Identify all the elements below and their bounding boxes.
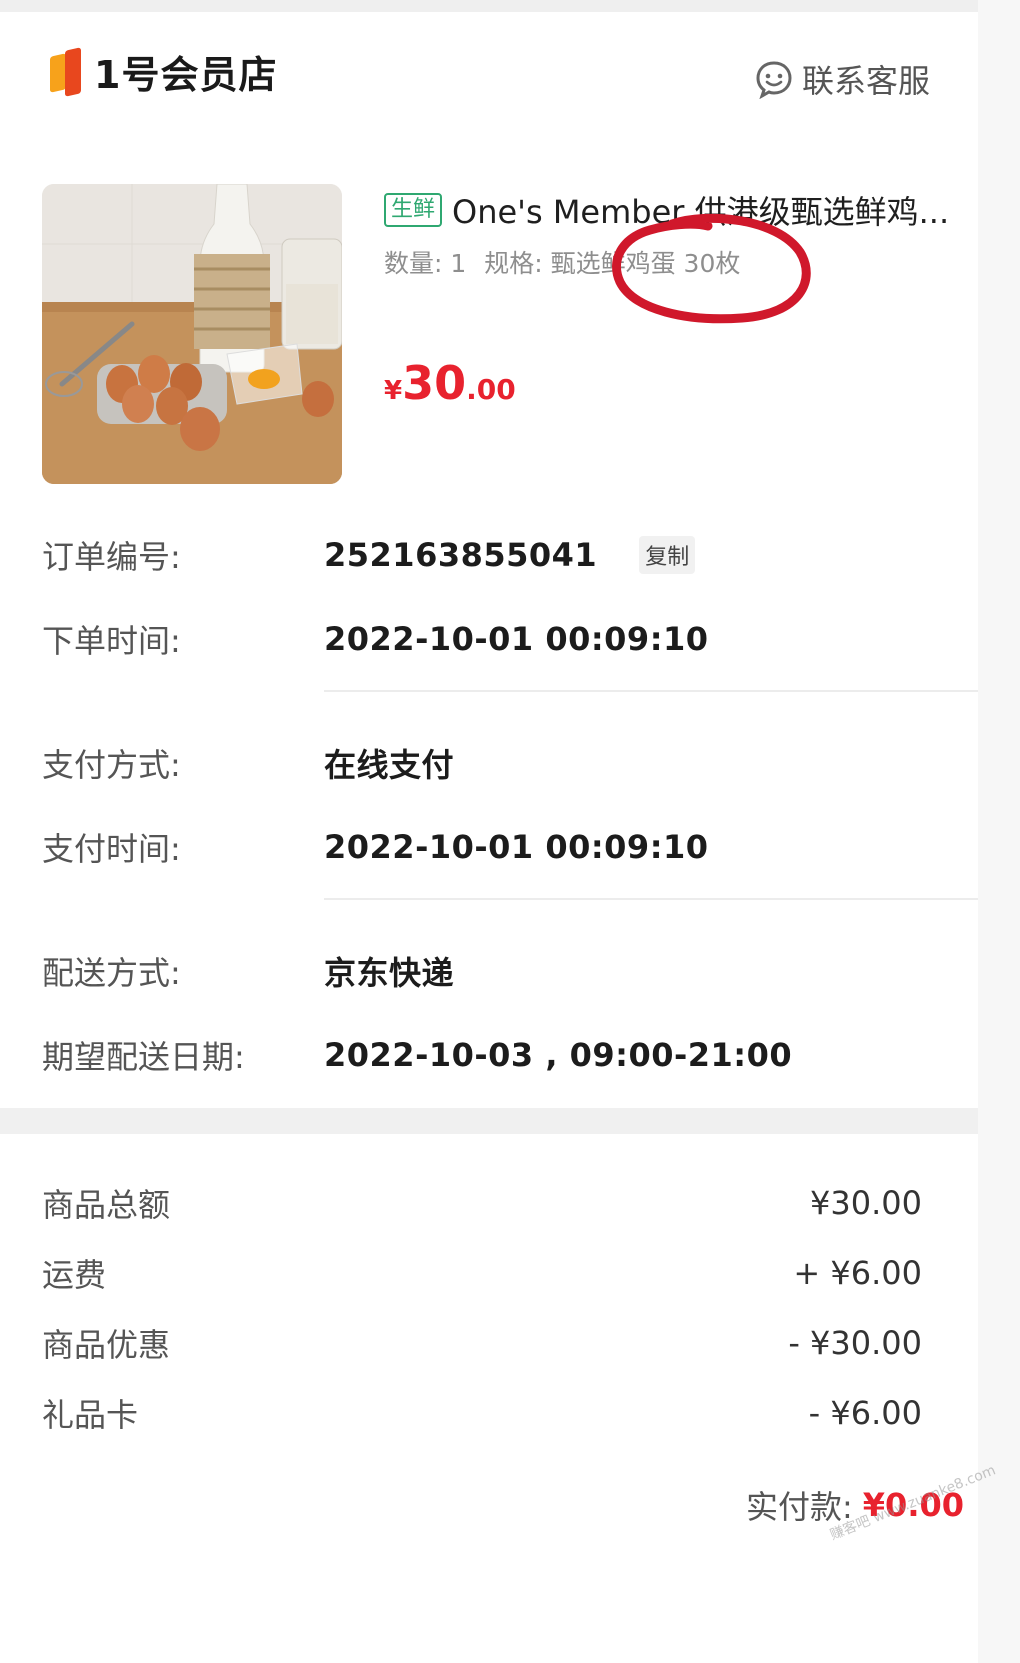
price-integer: 30 — [402, 356, 467, 410]
divider — [324, 898, 978, 900]
summary-row-gift-card: 礼品卡 - ¥6.00 — [42, 1388, 922, 1438]
delivery-method-label: 配送方式: — [42, 954, 181, 992]
amount-paid-value: ¥0.00 — [862, 1486, 964, 1524]
amount-paid-label: 实付款: — [745, 1488, 853, 1526]
price-decimal: .00 — [466, 373, 516, 406]
order-number-value: 252163855041 — [324, 536, 598, 574]
product-image[interactable] — [42, 184, 342, 484]
logo-text: 1号会员店 — [94, 53, 278, 97]
section-separator — [0, 1108, 978, 1134]
summary-value: ¥30.00 — [810, 1184, 922, 1222]
summary-value: - ¥30.00 — [788, 1324, 922, 1362]
summary-label: 商品总额 — [42, 1186, 171, 1224]
order-number-row: 订单编号: 252163855041 复制 — [42, 530, 978, 580]
store-logo[interactable]: 1号会员店 — [48, 44, 277, 99]
logo-mark-icon — [48, 46, 86, 97]
contact-service-button[interactable]: 联系客服 — [754, 56, 930, 102]
summary-label: 礼品卡 — [42, 1396, 139, 1434]
product-spec: 规格: 甄选鲜鸡蛋 30枚 — [484, 249, 741, 278]
summary-row-shipping: 运费 + ¥6.00 — [42, 1248, 922, 1298]
product-title-row[interactable]: 生鲜 One's Member 供港级甄选鲜鸡... — [384, 184, 978, 236]
copy-button[interactable]: 复制 — [639, 536, 696, 574]
contact-service-label: 联系客服 — [801, 62, 930, 100]
top-strip — [0, 0, 1020, 12]
chat-bubble-icon — [756, 61, 792, 99]
order-detail-page: 1号会员店 联系客服 生鲜 One's Member 供港级甄选鲜鸡... 数量… — [0, 0, 1020, 1663]
summary-row-discount: 商品优惠 - ¥30.00 — [42, 1318, 922, 1368]
delivery-method-row: 配送方式: 京东快递 — [42, 946, 978, 996]
product-quantity: 数量: 1 — [384, 249, 467, 278]
product-card[interactable]: 生鲜 One's Member 供港级甄选鲜鸡... 数量: 1 规格: 甄选鲜… — [42, 184, 978, 484]
divider — [324, 690, 978, 692]
product-title[interactable]: One's Member 供港级甄选鲜鸡... — [452, 187, 949, 233]
product-price: ¥30.00 — [384, 356, 516, 410]
order-number-label: 订单编号: — [42, 538, 181, 576]
amount-paid-row: 实付款: ¥0.00 — [746, 1482, 964, 1528]
summary-label: 商品优惠 — [42, 1326, 171, 1364]
order-time-row: 下单时间: 2022-10-01 00:09:10 — [42, 614, 978, 664]
summary-row-goods-total: 商品总额 ¥30.00 — [42, 1178, 922, 1228]
delivery-method-value: 京东快递 — [324, 954, 455, 992]
price-currency: ¥ — [384, 376, 403, 406]
pay-method-label: 支付方式: — [42, 746, 181, 784]
eggs-illustration — [42, 184, 342, 484]
header: 1号会员店 联系客服 — [0, 12, 978, 132]
pay-time-label: 支付时间: — [42, 830, 181, 868]
pay-time-value: 2022-10-01 00:09:10 — [324, 828, 709, 866]
delivery-date-row: 期望配送日期: 2022-10-03 , 09:00-21:00 — [42, 1030, 978, 1080]
summary-label: 运费 — [42, 1256, 107, 1294]
pay-method-row: 支付方式: 在线支付 — [42, 738, 978, 788]
product-info: 生鲜 One's Member 供港级甄选鲜鸡... 数量: 1 规格: 甄选鲜… — [384, 184, 978, 484]
order-time-label: 下单时间: — [42, 622, 181, 660]
order-time-value: 2022-10-01 00:09:10 — [324, 620, 709, 658]
pay-time-row: 支付时间: 2022-10-01 00:09:10 — [42, 822, 978, 872]
delivery-date-label: 期望配送日期: — [42, 1038, 245, 1076]
right-edge-strip — [978, 0, 1020, 1663]
pay-method-value: 在线支付 — [324, 746, 455, 784]
delivery-date-value: 2022-10-03 , 09:00-21:00 — [324, 1036, 793, 1074]
product-spec-row: 数量: 1 规格: 甄选鲜鸡蛋 30枚 — [384, 244, 978, 280]
summary-value: - ¥6.00 — [808, 1394, 922, 1432]
fresh-tag: 生鲜 — [384, 193, 443, 227]
summary-value: + ¥6.00 — [793, 1254, 922, 1292]
